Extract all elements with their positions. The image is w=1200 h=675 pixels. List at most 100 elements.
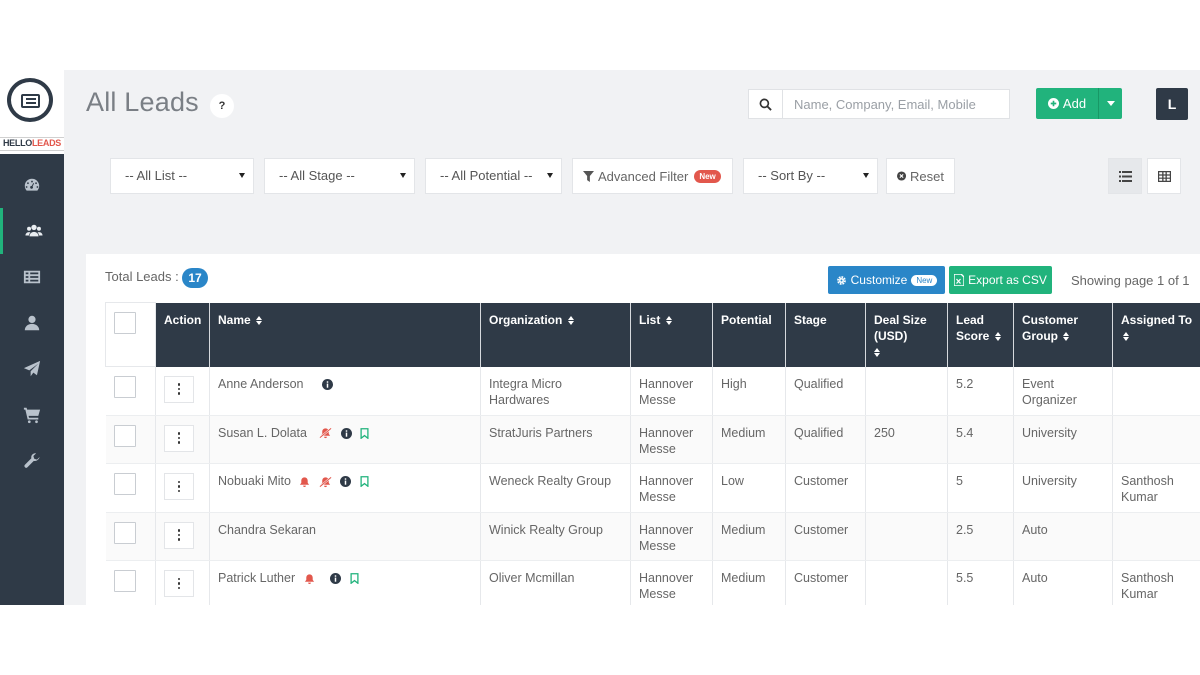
filter-icon bbox=[583, 170, 594, 182]
info-icon[interactable] bbox=[330, 573, 342, 585]
row-checkbox[interactable] bbox=[113, 473, 136, 495]
sidebar-item-contacts[interactable] bbox=[0, 300, 64, 346]
column-header-organization[interactable]: Organization bbox=[480, 302, 631, 367]
reset-label: Reset bbox=[910, 168, 944, 184]
search-input[interactable] bbox=[785, 90, 1007, 118]
sidebar-item-campaigns[interactable] bbox=[0, 346, 64, 392]
sidebar-item-settings[interactable] bbox=[0, 438, 64, 484]
leads-card: Total Leads : 17 Customize New Export as… bbox=[86, 254, 1200, 605]
sidebar-item-orders[interactable] bbox=[0, 392, 64, 438]
customer-group-cell: Event Organizer bbox=[1013, 366, 1113, 416]
table-row[interactable]: Nobuaki Mito Weneck Realty Group Hannove… bbox=[105, 463, 1200, 513]
cart-icon bbox=[23, 407, 41, 424]
table-view-icon bbox=[1157, 170, 1171, 182]
export-csv-button[interactable]: Export as CSV bbox=[949, 266, 1052, 294]
info-icon[interactable] bbox=[340, 427, 352, 439]
row-checkbox[interactable] bbox=[113, 424, 136, 447]
assigned-to-cell bbox=[1112, 512, 1200, 561]
lead-name-cell[interactable]: Anne Anderson bbox=[209, 366, 481, 416]
logo[interactable]: HELLOLEADS bbox=[0, 70, 64, 154]
bookmark-icon[interactable] bbox=[350, 573, 359, 585]
row-checkbox[interactable] bbox=[113, 521, 136, 544]
lead-name-cell[interactable]: Chandra Sekaran bbox=[209, 512, 481, 561]
wrench-icon bbox=[24, 453, 40, 468]
potential-filter-value: -- All Potential -- bbox=[440, 168, 533, 183]
customer-group-cell: University bbox=[1013, 463, 1113, 513]
lead-name-cell[interactable]: Susan L. Dolata bbox=[209, 415, 481, 464]
row-checkbox[interactable] bbox=[113, 376, 136, 398]
bookmark-icon[interactable] bbox=[360, 427, 369, 439]
lead-name-cell[interactable]: Nobuaki Mito bbox=[209, 463, 481, 513]
reset-button[interactable]: Reset bbox=[886, 158, 955, 194]
list-view-toggle[interactable] bbox=[1108, 158, 1142, 194]
list-cell: Hannover Messe bbox=[630, 512, 713, 561]
table-row[interactable]: Susan L. Dolata StratJuris Partners Hann… bbox=[105, 415, 1200, 464]
total-leads-label: Total Leads : bbox=[105, 269, 179, 284]
list-cell: Hannover Messe bbox=[630, 366, 713, 416]
table-row[interactable]: Patrick Luther Oliver Mcmillan Hannover … bbox=[105, 560, 1200, 605]
lead-name-cell[interactable]: Patrick Luther bbox=[209, 560, 481, 605]
customize-button[interactable]: Customize New bbox=[828, 266, 945, 294]
column-header-deal-size[interactable]: Deal Size (USD) bbox=[865, 302, 948, 367]
column-header-lead-score[interactable]: Lead Score bbox=[947, 302, 1014, 367]
column-header-stage: Stage bbox=[785, 302, 866, 367]
stage-filter-select[interactable]: -- All Stage -- bbox=[264, 158, 415, 194]
stage-cell: Qualified bbox=[785, 415, 866, 464]
info-icon[interactable] bbox=[340, 476, 352, 488]
sort-icon bbox=[1123, 331, 1129, 341]
row-action-menu-button[interactable] bbox=[164, 570, 194, 597]
gear-icon bbox=[836, 275, 846, 285]
add-button[interactable]: Add bbox=[1036, 88, 1098, 119]
stage-cell: Customer bbox=[785, 560, 866, 605]
column-header-name[interactable]: Name bbox=[209, 302, 481, 367]
filter-bar: -- All List -- -- All Stage -- -- All Po… bbox=[86, 138, 1200, 252]
list-filter-value: -- All List -- bbox=[125, 168, 188, 183]
row-action-menu-button[interactable] bbox=[164, 521, 194, 549]
bell-slash-icon[interactable] bbox=[319, 476, 332, 488]
table-row[interactable]: Chandra Sekaran Winick Realty Group Hann… bbox=[105, 512, 1200, 561]
row-action-menu-button[interactable] bbox=[164, 473, 194, 500]
bell-icon[interactable] bbox=[299, 476, 310, 488]
row-action-menu-button[interactable] bbox=[164, 375, 194, 403]
info-icon[interactable] bbox=[321, 378, 333, 390]
new-badge: New bbox=[911, 274, 938, 286]
lead-score-cell: 5 bbox=[947, 463, 1014, 513]
bell-icon[interactable] bbox=[304, 573, 315, 585]
paper-plane-icon bbox=[23, 360, 41, 377]
list-cell: Hannover Messe bbox=[630, 560, 713, 605]
select-all-checkbox[interactable] bbox=[114, 312, 136, 334]
list-filter-select[interactable]: -- All List -- bbox=[110, 158, 254, 194]
bookmark-icon[interactable] bbox=[360, 476, 369, 488]
column-header-assigned-to[interactable]: Assigned To bbox=[1112, 302, 1200, 367]
column-header-list[interactable]: List bbox=[630, 302, 713, 367]
search-button[interactable] bbox=[749, 90, 783, 118]
bell-slash-icon[interactable] bbox=[319, 427, 333, 439]
organization-cell: Winick Realty Group bbox=[480, 512, 631, 561]
customer-group-cell: Auto bbox=[1013, 560, 1113, 605]
caret-down-icon bbox=[400, 173, 406, 178]
sort-by-select[interactable]: -- Sort By -- bbox=[743, 158, 878, 194]
deal-size-cell bbox=[865, 463, 948, 513]
caret-down-icon bbox=[1106, 101, 1115, 106]
row-action-menu-button[interactable] bbox=[164, 424, 194, 452]
row-checkbox[interactable] bbox=[113, 570, 136, 592]
customer-group-cell: University bbox=[1013, 415, 1113, 464]
user-avatar[interactable]: L bbox=[1156, 88, 1188, 120]
total-leads-count: 17 bbox=[182, 268, 208, 288]
chat-logo-icon bbox=[7, 78, 53, 122]
add-dropdown-toggle[interactable] bbox=[1098, 88, 1122, 119]
advanced-filter-button[interactable]: Advanced Filter New bbox=[572, 158, 733, 194]
sidebar-item-dashboard[interactable] bbox=[0, 162, 64, 208]
potential-cell: High bbox=[712, 366, 786, 416]
column-header-customer-group[interactable]: Customer Group bbox=[1013, 302, 1113, 367]
help-icon[interactable]: ? bbox=[210, 94, 234, 118]
caret-down-icon bbox=[863, 173, 869, 178]
assigned-to-cell: Santhosh Kumar bbox=[1112, 560, 1200, 605]
potential-filter-select[interactable]: -- All Potential -- bbox=[425, 158, 562, 194]
potential-cell: Medium bbox=[712, 512, 786, 561]
potential-cell: Medium bbox=[712, 560, 786, 605]
sidebar-item-leads[interactable] bbox=[0, 208, 64, 254]
table-row[interactable]: Anne Anderson Integra Micro Hardwares Ha… bbox=[105, 366, 1200, 416]
sidebar-item-lists[interactable] bbox=[0, 254, 64, 300]
grid-view-toggle[interactable] bbox=[1147, 158, 1181, 194]
